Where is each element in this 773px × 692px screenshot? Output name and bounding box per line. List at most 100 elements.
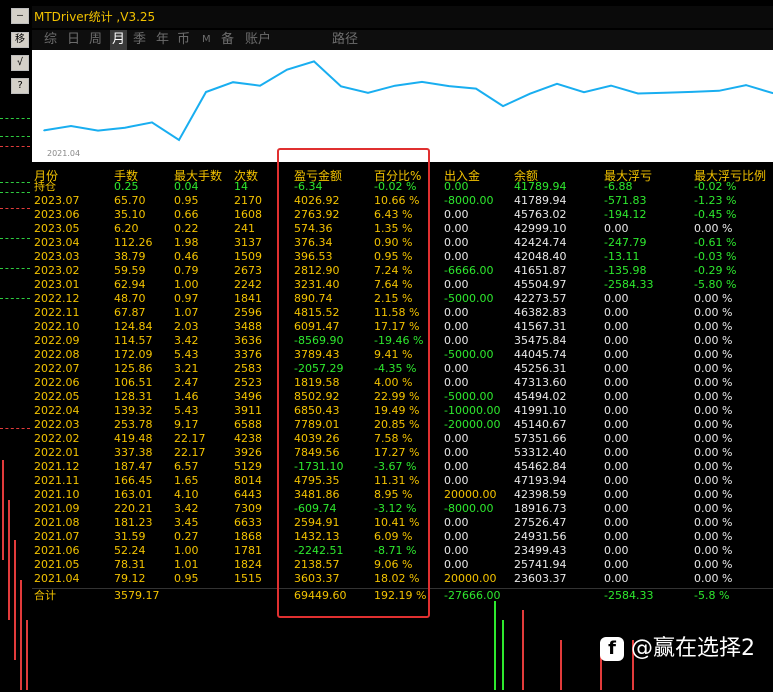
- table-cell: 0.00: [444, 222, 469, 235]
- table-cell: 2.03: [174, 320, 199, 333]
- level-line: [0, 298, 30, 300]
- table-cell: 2022.04: [34, 404, 80, 417]
- table-cell: 0.00: [604, 460, 629, 473]
- table-cell: 41789.94: [514, 180, 567, 193]
- total-cell: 3579.17: [114, 589, 160, 602]
- balance-point: [583, 91, 585, 94]
- table-cell: 7309: [234, 502, 262, 515]
- tab-notes[interactable]: 备: [221, 30, 234, 50]
- table-cell: 57351.66: [514, 432, 567, 445]
- balance-point: [556, 83, 558, 85]
- table-cell: 4238: [234, 432, 262, 445]
- check-button[interactable]: √: [11, 55, 29, 71]
- table-cell: 0.00 %: [694, 418, 733, 431]
- table-cell: 253.78: [114, 418, 153, 431]
- table-cell: 0.00: [604, 572, 629, 585]
- table-cell: 0.04: [174, 180, 199, 193]
- minimize-button[interactable]: —: [11, 8, 29, 24]
- table-cell: 45256.31: [514, 362, 567, 375]
- tab-day[interactable]: 日: [67, 30, 80, 50]
- table-cell: 41789.94: [514, 194, 567, 207]
- table-cell: 3137: [234, 236, 262, 249]
- table-cell: 0.00 %: [694, 432, 733, 445]
- table-cell: 241: [234, 222, 255, 235]
- table-cell: 1608: [234, 208, 262, 221]
- table-cell: 0.00: [444, 278, 469, 291]
- table-cell: 62.94: [114, 278, 146, 291]
- tab-currency[interactable]: 币: [177, 30, 190, 50]
- table-cell: 2022.09: [34, 334, 80, 347]
- table-cell: 1.98: [174, 236, 199, 249]
- table-cell: 0.00 %: [694, 348, 733, 361]
- candle: [2, 460, 4, 560]
- total-cell: -5.8 %: [694, 589, 730, 602]
- balance-point: [97, 129, 99, 132]
- table-cell: 0.00: [604, 516, 629, 529]
- table-cell: 67.87: [114, 306, 146, 319]
- tab-quarter[interactable]: 季: [133, 30, 146, 50]
- table-cell: 2023.02: [34, 264, 80, 277]
- table-cell: 3926: [234, 446, 262, 459]
- table-cell: 0.00: [604, 362, 629, 375]
- table-cell: 2021.08: [34, 516, 80, 529]
- table-cell: -13.11: [604, 250, 640, 263]
- tab-m[interactable]: M: [202, 30, 211, 50]
- table-cell: 2022.02: [34, 432, 80, 445]
- table-cell: 2523: [234, 376, 262, 389]
- table-cell: 187.47: [114, 460, 153, 473]
- move-button[interactable]: 移: [11, 32, 29, 48]
- balance-point: [259, 84, 261, 87]
- table-cell: 47193.94: [514, 474, 567, 487]
- table-cell: 23499.43: [514, 544, 567, 557]
- table-cell: 3.21: [174, 362, 199, 375]
- table-cell: 1.00: [174, 278, 199, 291]
- tab-month[interactable]: 月: [110, 30, 128, 50]
- table-cell: 114.57: [114, 334, 153, 347]
- table-cell: 0.00: [604, 446, 629, 459]
- balance-point: [313, 60, 315, 63]
- table-cell: 1.65: [174, 474, 199, 487]
- table-cell: -8000.00: [444, 194, 494, 207]
- table-cell: -0.29 %: [694, 264, 737, 277]
- table-cell: 41991.10: [514, 404, 567, 417]
- table-cell: 0.00: [444, 320, 469, 333]
- table-cell: 6.20: [114, 222, 139, 235]
- watermark: f @赢在选择2: [600, 630, 755, 662]
- candle: [560, 640, 562, 690]
- table-cell: 0.00: [604, 320, 629, 333]
- total-cell: 合计: [34, 589, 56, 602]
- balance-line: [43, 60, 773, 142]
- tab-path[interactable]: 路径: [332, 30, 358, 50]
- tab-account[interactable]: 账户: [245, 30, 271, 50]
- tab-overall[interactable]: 综: [44, 30, 57, 50]
- table-cell: 9.17: [174, 418, 199, 431]
- table-cell: 2021.12: [34, 460, 80, 473]
- balance-point: [610, 84, 612, 87]
- table-cell: 0.00 %: [694, 334, 733, 347]
- tab-year[interactable]: 年: [156, 30, 169, 50]
- table-cell: 48.70: [114, 292, 146, 305]
- table-cell: 0.95: [174, 194, 199, 207]
- table-cell: 0.00 %: [694, 404, 733, 417]
- table-cell: 0.00: [444, 208, 469, 221]
- table-cell: 0.00: [444, 432, 469, 445]
- table-cell: 持仓: [34, 180, 56, 193]
- table-cell: 0.00: [444, 558, 469, 571]
- table-cell: 0.00 %: [694, 446, 733, 459]
- balance-point: [475, 87, 477, 90]
- table-cell: 1.07: [174, 306, 199, 319]
- table-cell: 0.95: [174, 572, 199, 585]
- table-cell: 6588: [234, 418, 262, 431]
- tab-week[interactable]: 周: [89, 30, 102, 50]
- table-cell: 2021.04: [34, 572, 80, 585]
- table-cell: 128.31: [114, 390, 153, 403]
- table-cell: 0.00: [604, 222, 629, 235]
- table-cell: 42398.59: [514, 488, 567, 501]
- help-button[interactable]: ?: [11, 78, 29, 94]
- balance-point: [232, 81, 234, 83]
- table-cell: 0.00: [604, 474, 629, 487]
- table-cell: -0.03 %: [694, 250, 737, 263]
- table-cell: -135.98: [604, 264, 647, 277]
- table-cell: 3488: [234, 320, 262, 333]
- balance-point: [745, 84, 747, 86]
